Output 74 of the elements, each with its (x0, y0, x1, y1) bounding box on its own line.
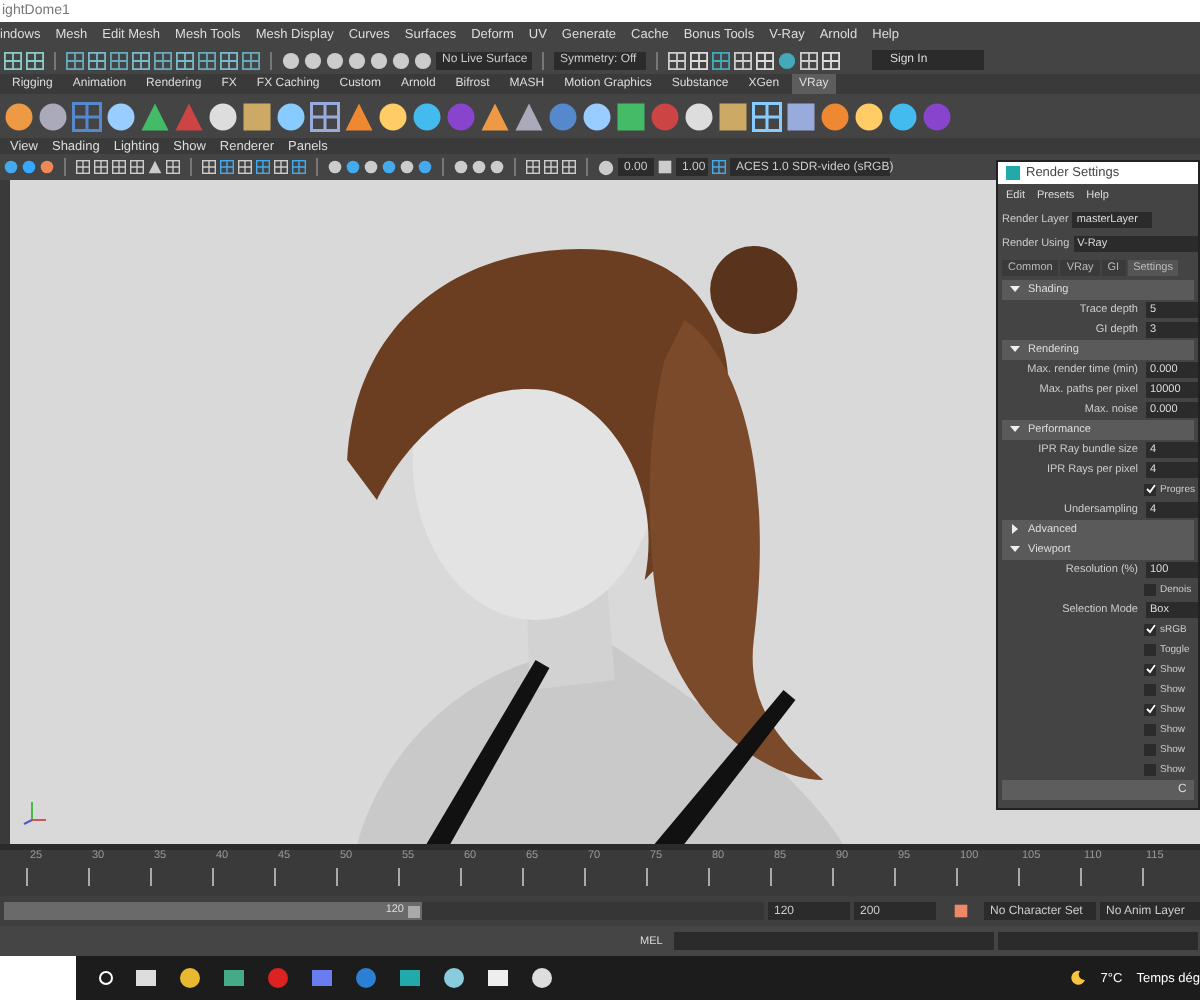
checkbox[interactable] (1144, 663, 1156, 675)
square-icon[interactable] (718, 101, 748, 131)
grid-icon[interactable] (4, 51, 22, 69)
sphere-icon[interactable] (378, 101, 408, 131)
grid-icon[interactable] (274, 160, 288, 174)
grid-icon[interactable] (544, 160, 558, 174)
grid-icon[interactable] (130, 160, 144, 174)
checkbox[interactable] (1144, 743, 1156, 755)
grid-icon[interactable] (166, 160, 180, 174)
app-icon[interactable] (486, 966, 510, 990)
grid-icon[interactable] (26, 51, 44, 69)
grid-icon[interactable] (292, 160, 306, 174)
grid-icon[interactable] (562, 160, 576, 174)
grid-icon[interactable] (712, 51, 730, 69)
sphere-icon[interactable] (820, 101, 850, 131)
cone-icon[interactable] (140, 101, 170, 131)
grid-icon[interactable] (734, 51, 752, 69)
sphere-icon[interactable] (684, 101, 714, 131)
sphere-icon[interactable] (4, 101, 34, 131)
grid-icon[interactable] (256, 160, 270, 174)
grid-icon[interactable] (154, 51, 172, 69)
grid-icon[interactable] (94, 160, 108, 174)
grid-icon[interactable] (220, 160, 234, 174)
grid-icon[interactable] (198, 51, 216, 69)
axis-icon (22, 798, 50, 826)
sphere-icon[interactable] (276, 101, 306, 131)
command-field[interactable] (674, 932, 995, 950)
sphere-icon[interactable] (106, 101, 136, 131)
grid-icon[interactable] (76, 160, 90, 174)
cone-icon[interactable] (480, 101, 510, 131)
search-field[interactable] (0, 956, 76, 1000)
sphere-icon[interactable] (208, 101, 238, 131)
app-icon (1006, 165, 1020, 180)
checkbox[interactable] (1144, 723, 1156, 735)
circle-icon[interactable] (98, 970, 114, 986)
grid-icon[interactable] (310, 101, 340, 131)
grid-icon[interactable] (800, 51, 818, 69)
grid-icon[interactable] (238, 160, 252, 174)
grid-icon[interactable] (112, 160, 126, 174)
sphere-icon[interactable] (598, 159, 614, 175)
square-icon[interactable] (242, 101, 272, 131)
grid-icon[interactable] (220, 51, 238, 69)
checkbox[interactable] (1144, 683, 1156, 695)
grid-icon[interactable] (176, 51, 194, 69)
grid-icon[interactable] (88, 51, 106, 69)
checkbox[interactable] (1144, 703, 1156, 715)
square-icon[interactable] (786, 101, 816, 131)
checkbox[interactable] (1144, 483, 1156, 495)
cone-icon[interactable] (148, 160, 162, 174)
grid-icon[interactable] (202, 160, 216, 174)
square-icon[interactable] (616, 101, 646, 131)
sphere-icon[interactable] (854, 101, 884, 131)
moon-icon (1070, 970, 1087, 986)
sphere-icon[interactable] (888, 101, 918, 131)
grid-icon[interactable] (132, 51, 150, 69)
grid-icon[interactable] (526, 160, 540, 174)
sphere-icon[interactable] (582, 101, 612, 131)
checkbox[interactable] (1144, 643, 1156, 655)
app-icon[interactable] (398, 966, 422, 990)
grid-icon[interactable] (752, 101, 782, 131)
square-icon[interactable] (658, 160, 672, 174)
cone-icon[interactable] (344, 101, 374, 131)
sphere-icon[interactable] (38, 101, 68, 131)
checkbox[interactable] (1144, 583, 1156, 595)
sphere-icon[interactable] (412, 101, 442, 131)
grid-icon[interactable] (242, 51, 260, 69)
sphere-icon[interactable] (778, 51, 796, 69)
grid-icon[interactable] (66, 51, 84, 69)
grid-icon[interactable] (110, 51, 128, 69)
checkbox[interactable] (1144, 763, 1156, 775)
checkbox[interactable] (1144, 623, 1156, 635)
grid-icon[interactable] (712, 160, 726, 174)
grid-icon[interactable] (668, 51, 686, 69)
cone-icon[interactable] (514, 101, 544, 131)
